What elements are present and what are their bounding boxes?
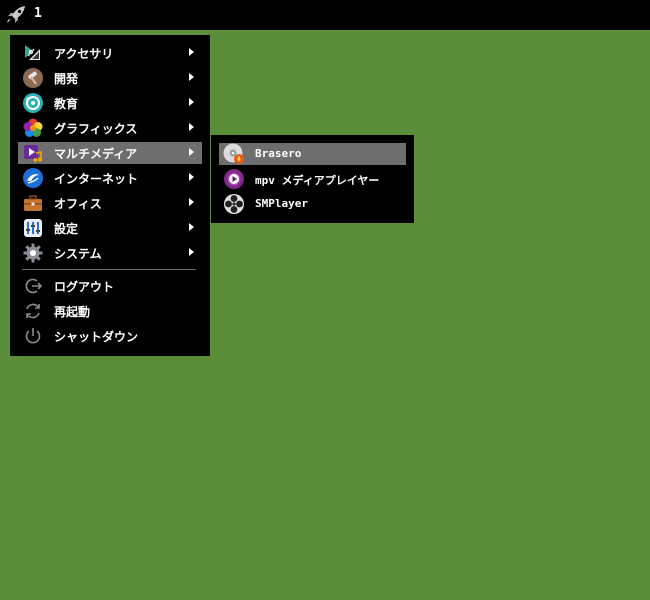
menu-item-label: 設定 [54, 222, 79, 236]
menu-item-label: システム [54, 247, 102, 261]
mpv-icon [224, 169, 244, 189]
menu-separator [22, 269, 196, 270]
submenu-arrow-icon [189, 223, 194, 231]
power-icon [25, 328, 41, 344]
submenu-item-label: SMPlayer [255, 197, 308, 210]
menu-item-internet[interactable]: インターネット [18, 167, 202, 189]
menu-item-label: マルチメディア [54, 147, 138, 161]
menu-item-multimedia[interactable]: マルチメディア [18, 142, 202, 164]
smplayer-icon [224, 194, 244, 214]
multimedia-icon [24, 145, 42, 162]
graphics-icon [23, 118, 43, 137]
workspace-indicator[interactable]: 1 [34, 6, 42, 21]
submenu-arrow-icon [189, 48, 194, 56]
submenu-item-mpv[interactable]: mpv メディアプレイヤー [219, 168, 406, 190]
menu-item-label: シャットダウン [54, 330, 139, 344]
accessories-icon [25, 45, 40, 60]
menu-item-label: 教育 [54, 97, 79, 111]
submenu-arrow-icon [189, 123, 194, 131]
submenu-arrow-icon [189, 198, 194, 206]
submenu-arrow-icon [189, 148, 194, 156]
submenu-item-brasero[interactable]: Brasero [219, 143, 406, 165]
menu-item-label: 再起動 [54, 305, 91, 319]
submenu-arrow-icon [189, 98, 194, 106]
brasero-icon [223, 143, 244, 164]
menu-item-label: アクセサリ [54, 47, 114, 61]
menu-item-office[interactable]: オフィス [18, 192, 202, 214]
menu-item-logout[interactable]: ログアウト [18, 275, 202, 297]
reboot-icon [26, 303, 40, 319]
menu-item-label: グラフィックス [54, 122, 138, 136]
menu-item-graphics[interactable]: グラフィックス [18, 117, 202, 139]
menu-item-accessories[interactable]: アクセサリ [18, 42, 202, 64]
application-menu: アクセサリ 開発 教育 グラフィックス マルチメディア インターネット オフィス… [10, 35, 210, 356]
education-icon [23, 93, 43, 113]
office-icon [24, 195, 42, 211]
taskbar: 1 [0, 0, 650, 30]
submenu-item-label: mpv メディアプレイヤー [255, 174, 380, 187]
menu-item-label: オフィス [54, 197, 102, 211]
menu-item-shutdown[interactable]: シャットダウン [18, 325, 202, 347]
internet-icon [23, 168, 43, 188]
menu-item-label: インターネット [54, 172, 139, 186]
system-icon [23, 243, 43, 263]
submenu-item-smplayer[interactable]: SMPlayer [219, 193, 406, 215]
menu-item-label: 開発 [54, 72, 79, 86]
menu-item-education[interactable]: 教育 [18, 92, 202, 114]
menu-item-reboot[interactable]: 再起動 [18, 300, 202, 322]
menu-item-settings[interactable]: 設定 [18, 217, 202, 239]
menu-item-development[interactable]: 開発 [18, 67, 202, 89]
development-icon [23, 68, 43, 88]
submenu-arrow-icon [189, 173, 194, 181]
menu-item-system[interactable]: システム [18, 242, 202, 264]
rocket-icon[interactable] [5, 5, 27, 25]
settings-icon [24, 219, 42, 237]
logout-icon [25, 278, 43, 294]
submenu-arrow-icon [189, 73, 194, 81]
menu-item-label: ログアウト [54, 280, 115, 294]
submenu-arrow-icon [189, 248, 194, 256]
submenu-item-label: Brasero [255, 147, 302, 160]
multimedia-submenu: Brasero mpv メディアプレイヤー SMPlayer [211, 135, 414, 223]
